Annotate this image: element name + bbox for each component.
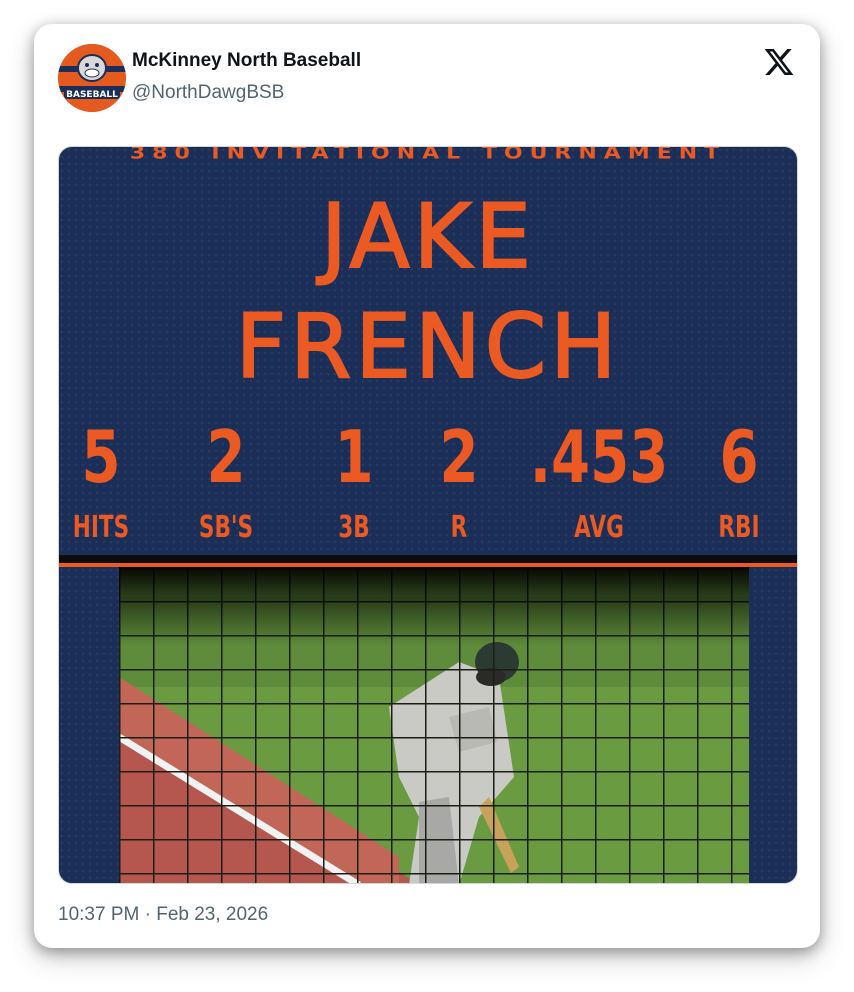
avatar-logo-text: BASEBALL bbox=[66, 90, 118, 100]
player-first-name: JAKE bbox=[320, 184, 535, 289]
batter-image bbox=[119, 567, 749, 883]
account-name[interactable]: McKinney North Baseball bbox=[132, 50, 361, 72]
stat-label: SB'S bbox=[198, 510, 254, 545]
stat-triples: 1 3B bbox=[314, 417, 394, 545]
stat-value: 2 bbox=[439, 415, 479, 499]
tweet-card[interactable]: BASEBALL McKinney North Baseball @NorthD… bbox=[34, 24, 820, 948]
stat-label: 3B bbox=[338, 510, 370, 545]
stat-runs: 2 R bbox=[419, 417, 499, 545]
stat-label: AVG bbox=[574, 510, 624, 545]
tweet-media[interactable]: 380 INVITATIONAL TOURNAMENT JAKE FRENCH … bbox=[58, 146, 798, 884]
x-logo-icon[interactable] bbox=[762, 46, 796, 78]
stat-value: 1 bbox=[334, 415, 374, 499]
stat-value: 6 bbox=[719, 415, 759, 499]
tournament-title: 380 INVITATIONAL TOURNAMENT bbox=[129, 146, 727, 164]
tweet-timestamp[interactable]: 10:37 PM · Feb 23, 2026 bbox=[58, 904, 268, 926]
bulldog-logo-icon: BASEBALL bbox=[58, 44, 126, 112]
avatar[interactable]: BASEBALL bbox=[58, 44, 126, 112]
stat-hits: 5 HITS bbox=[61, 417, 141, 545]
stat-label: HITS bbox=[72, 510, 130, 545]
account-handle[interactable]: @NorthDawgBSB bbox=[132, 82, 284, 104]
player-last-name: FRENCH bbox=[235, 294, 621, 399]
stat-rbi: 6 RBI bbox=[699, 417, 779, 545]
stat-label: R bbox=[450, 510, 468, 545]
stat-value: 5 bbox=[81, 415, 121, 499]
stat-value: 2 bbox=[206, 415, 246, 499]
stat-value: .453 bbox=[529, 415, 669, 499]
stat-average: .453 AVG bbox=[509, 417, 689, 545]
player-photo bbox=[119, 567, 749, 883]
stat-label: RBI bbox=[718, 510, 760, 545]
stat-stolen-bases: 2 SB'S bbox=[171, 417, 281, 545]
